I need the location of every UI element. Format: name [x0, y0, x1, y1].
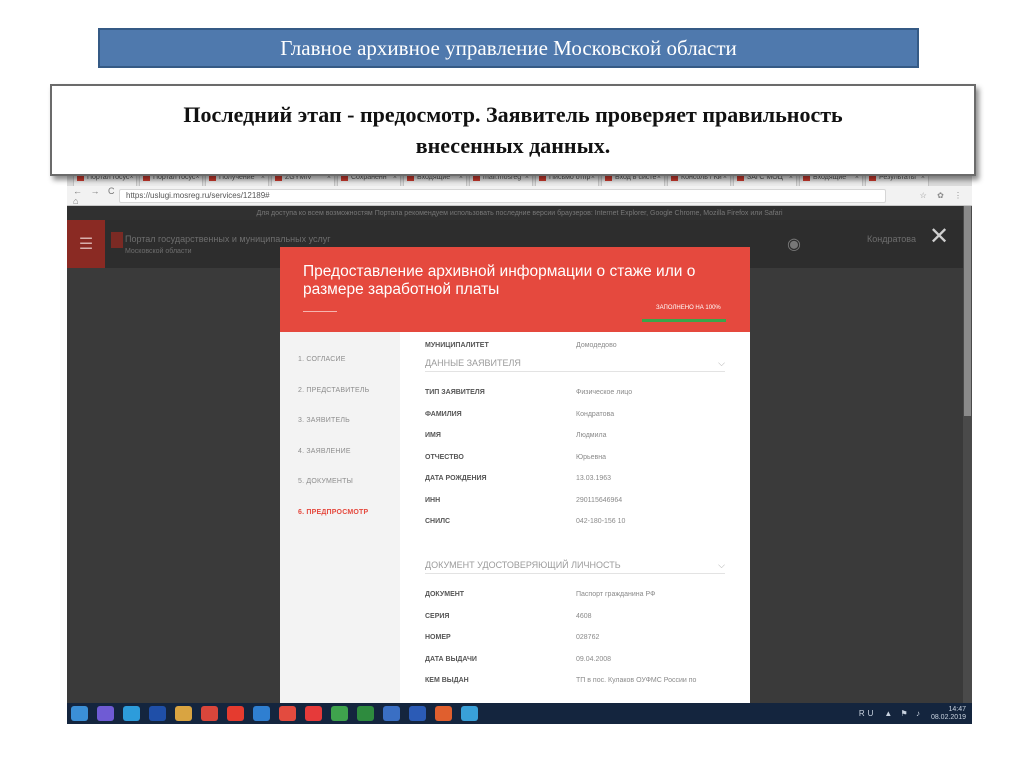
- field-label: ФАМИЛИЯ: [425, 410, 462, 418]
- municipality-value: Домодедово: [576, 342, 617, 349]
- taskbar-app-icon[interactable]: [305, 706, 322, 721]
- taskbar-app-icon[interactable]: [357, 706, 374, 721]
- taskbar-icons: [71, 706, 487, 721]
- hamburger-menu-icon[interactable]: ☰: [67, 220, 105, 268]
- scrollbar-thumb[interactable]: [964, 206, 971, 416]
- field-label: ДАТА РОЖДЕНИЯ: [425, 475, 487, 482]
- taskbar-app-icon[interactable]: [279, 706, 296, 721]
- eye-icon[interactable]: ◉: [787, 234, 801, 254]
- taskbar-app-icon[interactable]: [175, 706, 192, 721]
- taskbar-app-icon[interactable]: [71, 706, 88, 721]
- field-label: КЕМ ВЫДАН: [425, 677, 469, 684]
- section-document[interactable]: ДОКУМЕНТ УДОСТОВЕРЯЮЩИЙ ЛИЧНОСТЬ ⌵: [425, 560, 725, 574]
- field-label: ИНН: [425, 496, 441, 504]
- field-value: 4608: [576, 612, 592, 620]
- field-label: ДАТА ВЫДАЧИ: [425, 655, 477, 663]
- section-document-label: ДОКУМЕНТ УДОСТОВЕРЯЮЩИЙ ЛИЧНОСТЬ: [425, 560, 621, 570]
- taskbar-app-icon[interactable]: [253, 706, 270, 721]
- tray-time: 14:47: [948, 706, 966, 713]
- slide-title: Главное архивное управление Московской о…: [98, 28, 919, 68]
- field-value: Людмила: [576, 432, 607, 439]
- callout-line-2: внесенных данных.: [415, 133, 611, 158]
- taskbar-app-icon[interactable]: [331, 706, 348, 721]
- field-value: Юрьевна: [576, 453, 606, 461]
- preview-form: МУНИЦИПАЛИТЕТ Домодедово ДАННЫЕ ЗАЯВИТЕЛ…: [400, 332, 750, 724]
- browser-tools-icons[interactable]: ☆ ✿ ⋮: [886, 191, 966, 200]
- page-scrollbar[interactable]: [963, 206, 972, 724]
- chevron-down-icon[interactable]: ⌵: [718, 560, 725, 571]
- step-item[interactable]: 6. ПРЕДПРОСМОТР: [298, 509, 368, 516]
- taskbar-app-icon[interactable]: [123, 706, 140, 721]
- section-applicant-label: ДАННЫЕ ЗАЯВИТЕЛЯ: [425, 358, 521, 368]
- step-item[interactable]: 1. СОГЛАСИЕ: [298, 356, 346, 363]
- field-label: НОМЕР: [425, 634, 451, 641]
- step-item[interactable]: 5. ДОКУМЕНТЫ: [298, 478, 353, 485]
- close-icon[interactable]: ✕: [929, 222, 949, 251]
- taskbar-app-icon[interactable]: [149, 706, 166, 721]
- steps-sidebar: 1. СОГЛАСИЕ 2. ПРЕДСТАВИТЕЛЬ 3. ЗАЯВИТЕЛЬ 4…: [280, 332, 400, 724]
- taskbar-app-icon[interactable]: [435, 706, 452, 721]
- taskbar-app-icon[interactable]: [409, 706, 426, 721]
- field-label: ДОКУМЕНТ: [425, 591, 465, 598]
- tray-lang[interactable]: RU: [859, 710, 877, 718]
- fill-status: ЗАПОЛНЕНО НА 100%: [656, 305, 721, 311]
- windows-taskbar: RU ▲ ⚑ ♪ 14:47 08.02.2019: [67, 703, 972, 724]
- user-name[interactable]: Кондратова: [867, 234, 916, 244]
- field-value: Кондратова: [576, 410, 615, 418]
- field-value: 290115646964: [576, 496, 623, 504]
- url-field[interactable]: https://uslugi.mosreg.ru/services/12189#: [119, 188, 886, 203]
- field-label: ТИП ЗАЯВИТЕЛЯ: [425, 389, 485, 396]
- browser-info-bar: Для доступа ко всем возможностям Портала…: [67, 206, 972, 220]
- tray-date: 08.02.2019: [930, 714, 966, 721]
- field-value: ТП в пос. Кулаков ОУФМС России по: [576, 677, 697, 684]
- tray-clock[interactable]: 14:47 08.02.2019: [931, 706, 966, 722]
- field-label: СЕРИЯ: [425, 612, 450, 620]
- title-underline: [303, 311, 337, 312]
- callout-line-1: Последний этап - предосмотр. Заявитель п…: [183, 102, 843, 127]
- step-item[interactable]: 4. ЗАЯВЛЕНИЕ: [298, 448, 351, 455]
- browser-address-bar: ← → C ⌂ https://uslugi.mosreg.ru/service…: [67, 186, 972, 206]
- field-label: ОТЧЕСТВО: [425, 453, 464, 461]
- chevron-down-icon[interactable]: ⌵: [718, 358, 725, 369]
- field-label: СНИЛС: [425, 518, 451, 525]
- service-modal: Предоставление архивной информации о ста…: [280, 247, 750, 724]
- field-value: Паспорт гражданина РФ: [576, 591, 656, 598]
- taskbar-app-icon[interactable]: [383, 706, 400, 721]
- step-item[interactable]: 2. ПРЕДСТАВИТЕЛЬ: [298, 387, 369, 394]
- fill-progress-bar: [642, 319, 726, 322]
- taskbar-app-icon[interactable]: [97, 706, 114, 721]
- modal-header: Предоставление архивной информации о ста…: [280, 247, 750, 332]
- browser-nav-icons[interactable]: ← → C ⌂: [73, 186, 119, 206]
- field-value: 09.04.2008: [576, 655, 612, 663]
- coat-of-arms-logo: [111, 232, 123, 248]
- field-value: 042-180-156 10: [576, 518, 626, 525]
- municipality-label: МУНИЦИПАЛИТЕТ: [425, 342, 489, 349]
- field-value: Физическое лицо: [576, 389, 633, 396]
- system-tray: RU ▲ ⚑ ♪ 14:47 08.02.2019: [859, 706, 966, 722]
- step-item[interactable]: 3. ЗАЯВИТЕЛЬ: [298, 417, 350, 424]
- portal-name-title: Портал государственных и муниципальных у…: [125, 234, 331, 244]
- field-value: 028762: [576, 634, 600, 641]
- slide-callout: Последний этап - предосмотр. Заявитель п…: [50, 84, 976, 176]
- taskbar-app-icon[interactable]: [201, 706, 218, 721]
- field-value: 13.03.1963: [576, 475, 612, 482]
- modal-title: Предоставление архивной информации о ста…: [303, 263, 696, 298]
- browser-screenshot: Портал госус × Портал госус × Получение × ZGYM…: [67, 162, 972, 724]
- taskbar-app-icon[interactable]: [461, 706, 478, 721]
- field-label: ИМЯ: [425, 432, 441, 439]
- section-applicant[interactable]: ДАННЫЕ ЗАЯВИТЕЛЯ ⌵: [425, 358, 725, 372]
- tray-icons[interactable]: ▲ ⚑ ♪: [884, 710, 923, 718]
- taskbar-app-icon[interactable]: [227, 706, 244, 721]
- portal-name-subtitle: Московской области: [125, 248, 192, 255]
